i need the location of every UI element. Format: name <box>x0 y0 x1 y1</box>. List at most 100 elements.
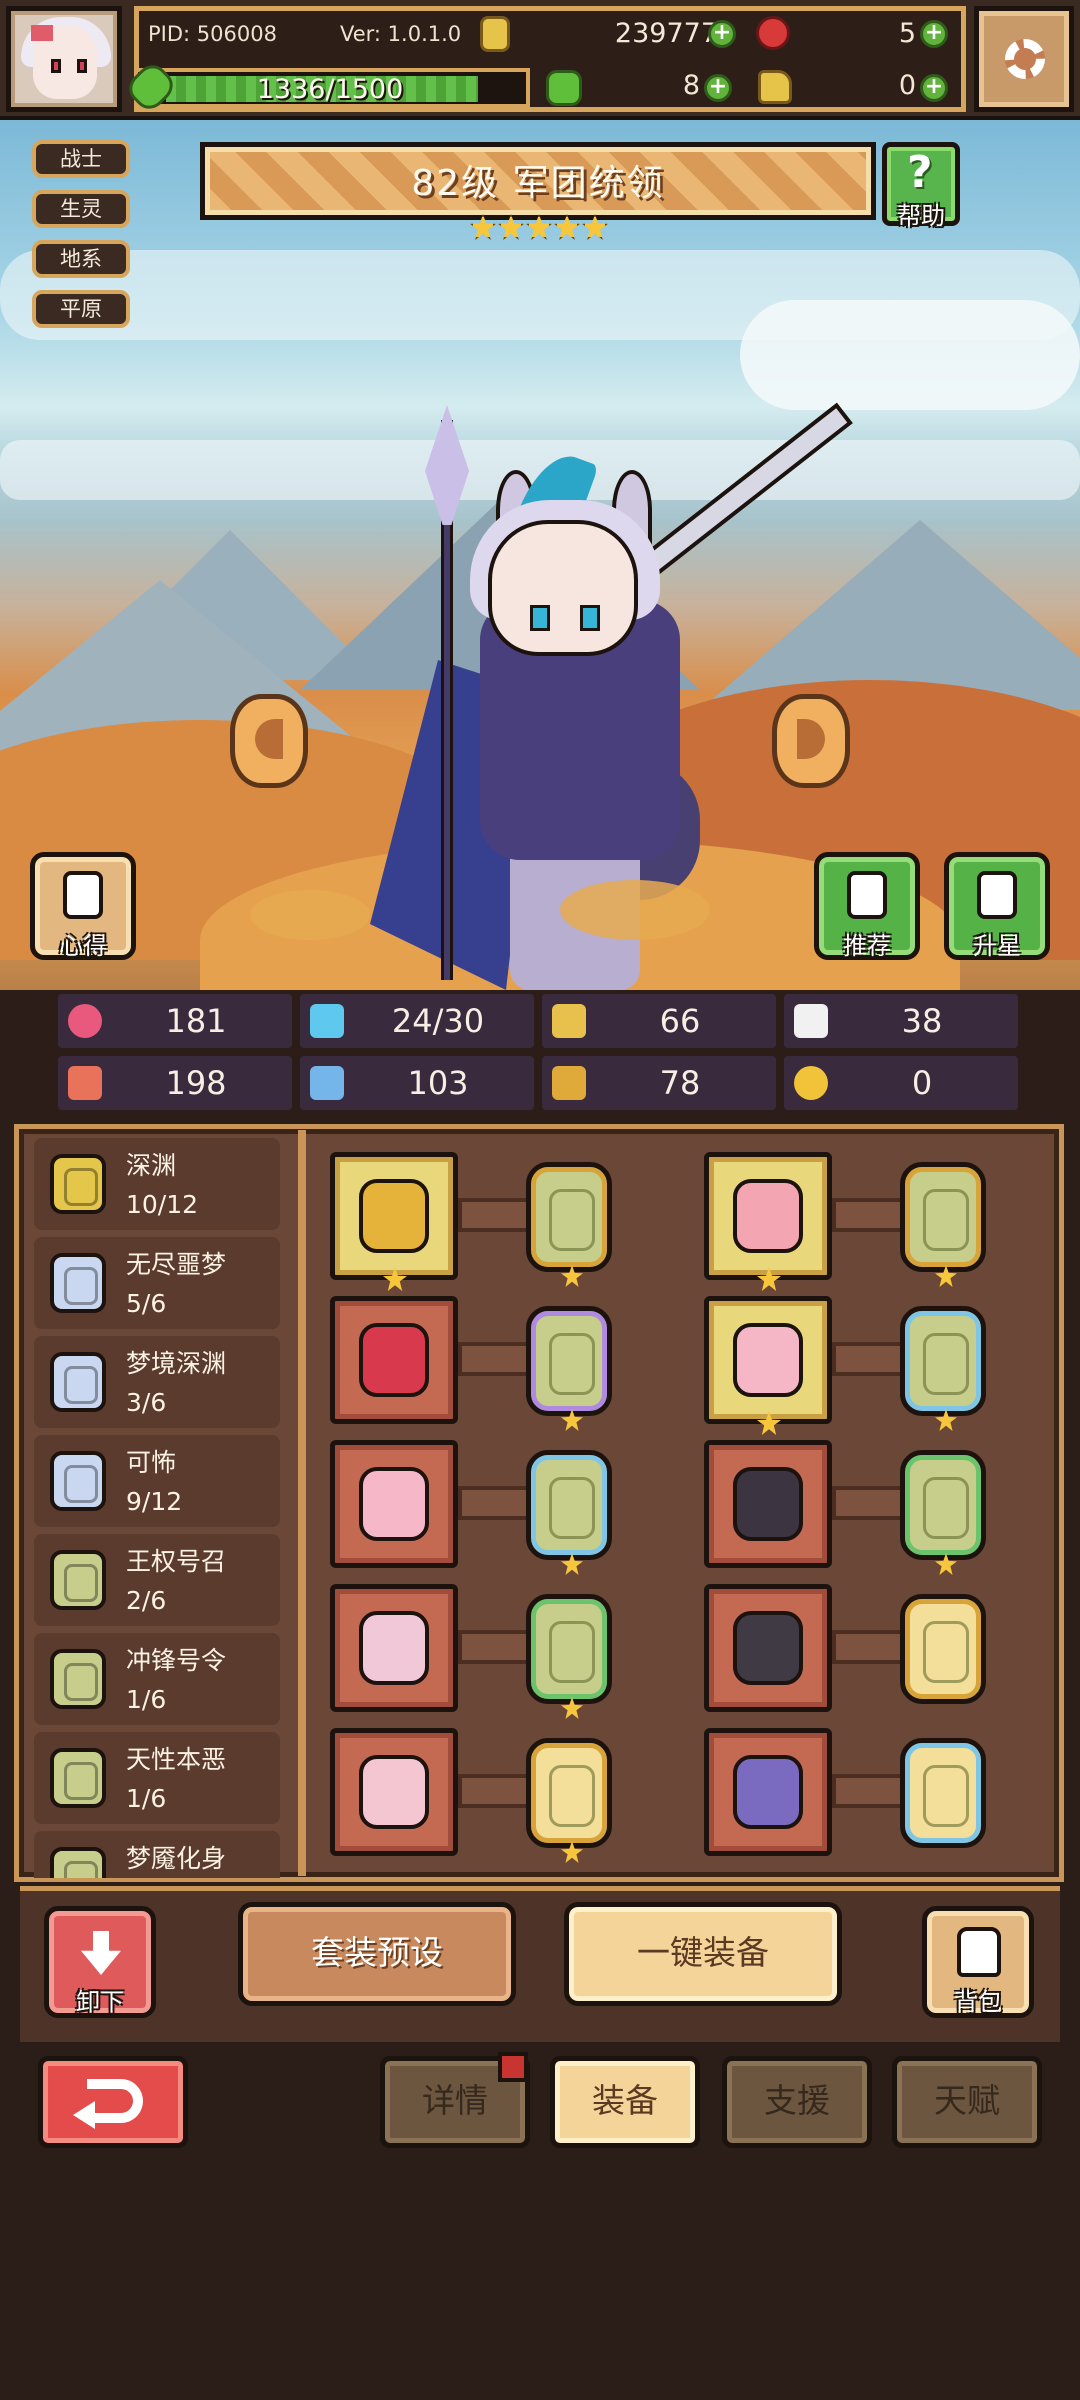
armored-boots-icon <box>733 1755 803 1829</box>
hero-tag-race[interactable]: 生灵 <box>32 190 130 228</box>
equipment-slot[interactable] <box>704 1584 832 1712</box>
dust-cloud <box>250 890 370 940</box>
set-name: 王权号召 <box>126 1547 227 1576</box>
thumbs-up-icon <box>847 871 887 919</box>
set-bonus-item[interactable]: 梦魇化身 <box>34 1831 280 1878</box>
add-clover-button[interactable]: + <box>704 74 732 102</box>
stat-value: 181 <box>165 1002 227 1040</box>
recommend-label: 推荐 <box>843 932 891 960</box>
demon-helmet-icon <box>733 1467 803 1541</box>
settings-button[interactable] <box>974 6 1074 112</box>
set-bonus-item[interactable]: 深渊 10/12 <box>34 1138 280 1230</box>
token-amount: 0 <box>898 70 916 101</box>
backpack-icon <box>957 1927 1001 1977</box>
footer <box>0 2160 1080 2400</box>
action-bar <box>20 1886 1060 2042</box>
equipment-slot[interactable] <box>330 1584 458 1712</box>
winged-heart-icon <box>359 1611 429 1685</box>
cloud <box>740 300 1080 410</box>
stat-cell: 181 <box>58 994 292 1048</box>
tab-talent[interactable]: 天赋 <box>892 2056 1042 2148</box>
set-bonus-item[interactable]: 冲锋号令 1/6 <box>34 1633 280 1725</box>
equipment-slot[interactable] <box>330 1440 458 1568</box>
equipment-slot[interactable] <box>330 1728 458 1856</box>
stat-cell: 103 <box>300 1056 534 1110</box>
rune-green-icon[interactable] <box>900 1162 986 1287</box>
equip-all-button[interactable]: 一键装备 <box>564 1902 842 2006</box>
slot-connector <box>458 1630 530 1664</box>
set-count: 1/6 <box>126 1685 167 1714</box>
rune-green-icon[interactable] <box>900 1450 986 1575</box>
equipment-slot[interactable] <box>704 1296 832 1435</box>
set-badge-icon <box>50 1154 106 1214</box>
add-gold-button[interactable]: + <box>708 20 736 48</box>
slot-connector <box>458 1486 530 1520</box>
set-badge-icon <box>50 1352 106 1412</box>
set-name: 天性本恶 <box>126 1745 227 1774</box>
set-count: 2/6 <box>126 1586 167 1615</box>
equipment-slot[interactable] <box>704 1152 832 1291</box>
game-version: Ver: 1.0.1.0 <box>340 22 462 46</box>
book-icon <box>310 1066 344 1100</box>
set-bonus-item[interactable]: 无尽噩梦 5/6 <box>34 1237 280 1329</box>
set-count: 5/6 <box>126 1289 167 1318</box>
rune-green-icon[interactable] <box>526 1162 612 1287</box>
set-bonus-item[interactable]: 梦境深渊 3/6 <box>34 1336 280 1428</box>
equipment-slot[interactable] <box>330 1296 458 1424</box>
set-bonus-item[interactable]: 王权号召 2/6 <box>34 1534 280 1626</box>
set-count: 1/6 <box>126 1784 167 1813</box>
slot-connector <box>832 1342 904 1376</box>
next-hero-button[interactable] <box>772 694 850 788</box>
stat-value: 66 <box>659 1002 701 1040</box>
rune-gold-icon[interactable] <box>900 1594 986 1704</box>
tab-support[interactable]: 支援 <box>722 2056 872 2148</box>
add-gem-button[interactable]: + <box>920 20 948 48</box>
set-count: 3/6 <box>126 1388 167 1417</box>
hero-head <box>488 520 638 656</box>
fist-icon <box>68 1066 102 1100</box>
dark-collar-icon <box>733 1611 803 1685</box>
player-avatar[interactable] <box>6 6 122 112</box>
set-preset-button[interactable]: 套装预设 <box>238 1902 516 2006</box>
tab-equipment[interactable]: 装备 <box>550 2056 700 2148</box>
hero-tag-class[interactable]: 战士 <box>32 140 130 178</box>
stat-value: 0 <box>911 1064 933 1102</box>
rune-green-icon[interactable] <box>526 1594 612 1719</box>
stat-cell: 38 <box>784 994 1018 1048</box>
add-token-button[interactable]: + <box>920 74 948 102</box>
slot-connector <box>832 1486 904 1520</box>
set-bonus-item[interactable]: 可怖 9/12 <box>34 1435 280 1527</box>
previous-hero-button[interactable] <box>230 694 308 788</box>
heart-necklace-icon <box>359 1467 429 1541</box>
heart-ring-icon <box>359 1755 429 1829</box>
shield-icon <box>552 1004 586 1038</box>
hero-tag-terrain[interactable]: 平原 <box>32 290 130 328</box>
equipment-slot[interactable] <box>704 1728 832 1856</box>
set-name: 可怖 <box>126 1448 177 1477</box>
help-label: 帮助 <box>897 202 945 230</box>
panel-divider <box>298 1130 306 1876</box>
slot-connector <box>832 1774 904 1808</box>
back-button[interactable] <box>38 2056 188 2148</box>
set-name: 无尽噩梦 <box>126 1250 227 1279</box>
boot-icon <box>552 1066 586 1100</box>
avatar-eye <box>77 59 87 73</box>
down-arrow-icon <box>81 1931 121 1975</box>
set-bonus-list[interactable]: 深渊 10/12 无尽噩梦 5/6 梦境深渊 3/6 可怖 9/12 王权号召 2/6 冲锋号令 1/… <box>34 1138 284 1878</box>
clover-icon <box>546 70 582 106</box>
rune-gold-icon[interactable] <box>900 1738 986 1848</box>
hero-tag-element[interactable]: 地系 <box>32 240 130 278</box>
rune-gold-icon[interactable] <box>526 1738 612 1863</box>
clover-amount: 8 <box>682 70 700 101</box>
rune-green-icon[interactable] <box>526 1450 612 1575</box>
pink-dress-icon <box>733 1323 803 1397</box>
equipment-slot[interactable] <box>330 1152 458 1291</box>
set-bonus-item[interactable]: 天性本恶 1/6 <box>34 1732 280 1824</box>
unequip-label: 卸下 <box>76 1988 124 2016</box>
set-badge-icon <box>50 1451 106 1511</box>
rune-green-icon[interactable] <box>900 1306 986 1431</box>
rune-green-icon[interactable] <box>526 1306 612 1431</box>
equipment-slot[interactable] <box>704 1440 832 1568</box>
stat-value: 103 <box>407 1064 469 1102</box>
gold-coin-icon <box>480 16 510 52</box>
